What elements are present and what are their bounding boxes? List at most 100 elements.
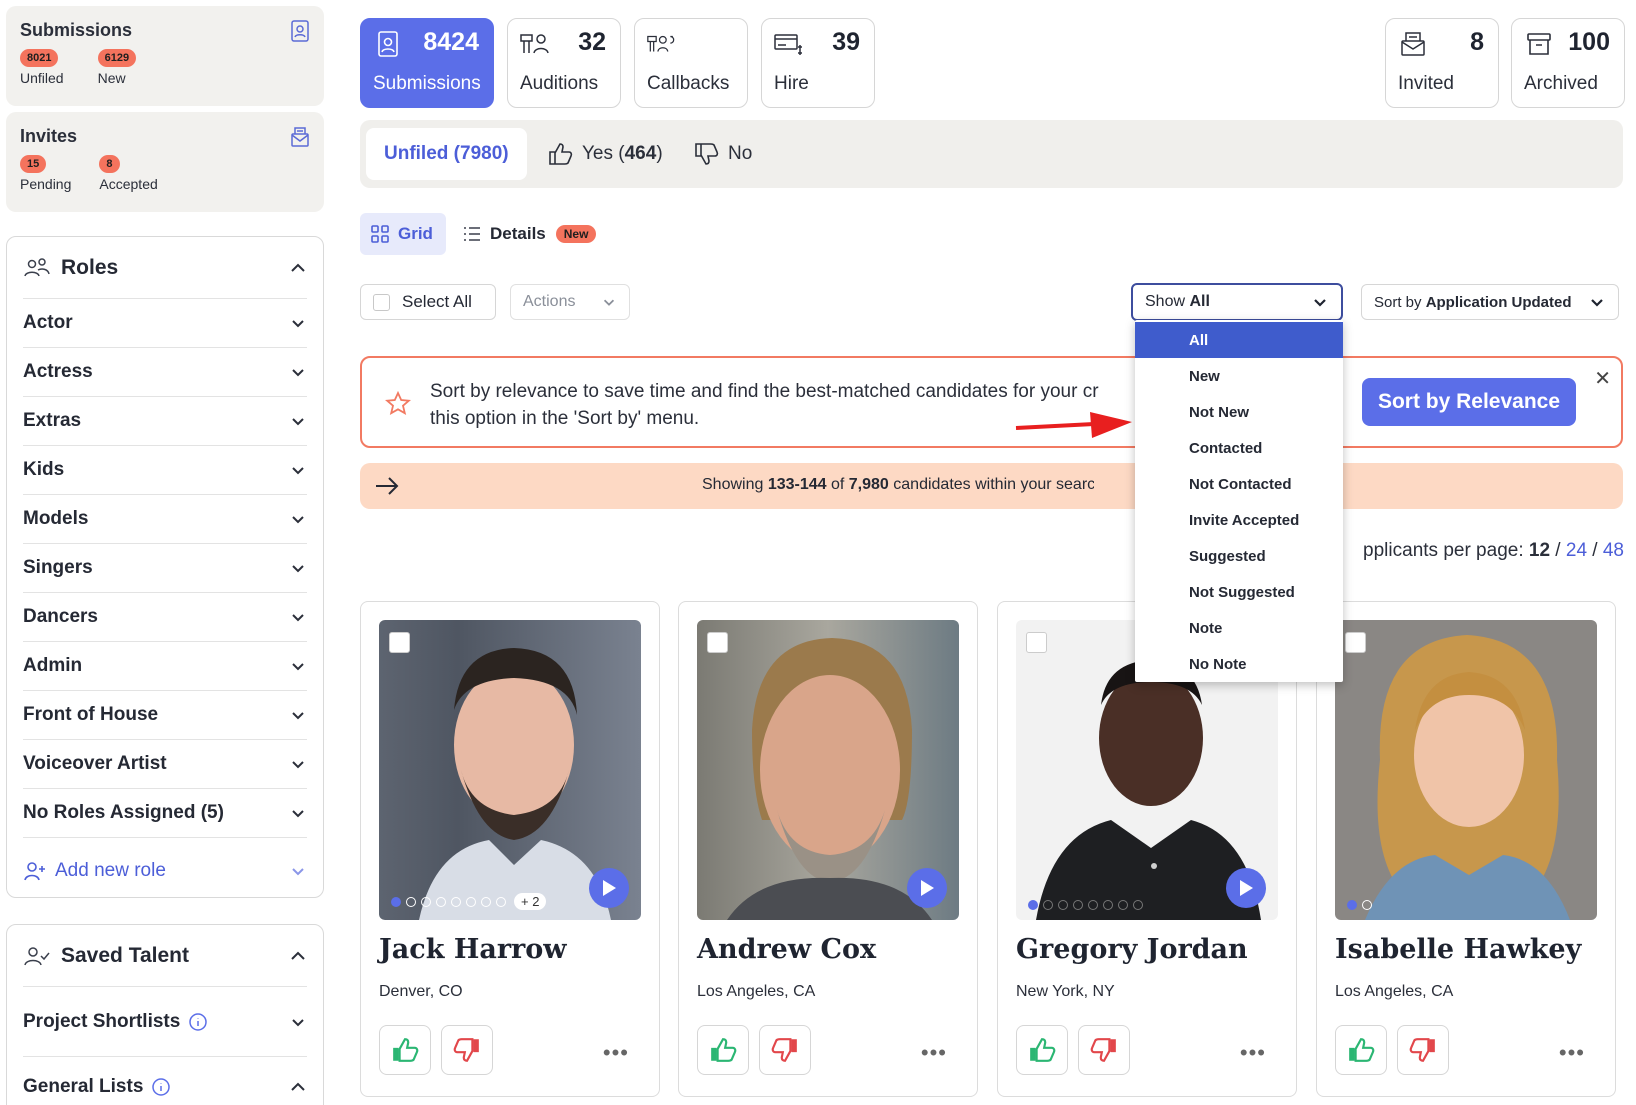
more-options-icon[interactable]: ••• <box>921 1040 947 1066</box>
tab-yes[interactable]: Yes (464) <box>548 128 663 180</box>
carousel-dot[interactable] <box>421 896 431 907</box>
more-options-icon[interactable]: ••• <box>603 1040 629 1066</box>
carousel-dot[interactable] <box>406 896 416 907</box>
show-filter-select[interactable]: Show All <box>1131 283 1343 321</box>
carousel-dot[interactable] <box>466 896 476 907</box>
dropdown-option-suggested[interactable]: Suggested <box>1135 538 1343 574</box>
dropdown-option-all[interactable]: All <box>1135 322 1343 358</box>
tab-unfiled[interactable]: Unfiled (7980) <box>366 128 527 180</box>
role-item-front-of-house[interactable]: Front of House <box>23 691 307 740</box>
photo-carousel-dots[interactable] <box>1347 900 1372 910</box>
thumbs-up-button[interactable] <box>1016 1025 1068 1075</box>
stat-archived[interactable]: 100 Archived <box>1511 18 1625 108</box>
per-page-48[interactable]: 48 <box>1603 540 1624 561</box>
thumbs-down-button[interactable] <box>1078 1025 1130 1075</box>
carousel-dot[interactable] <box>451 896 461 907</box>
role-item-actress[interactable]: Actress <box>23 348 307 397</box>
roles-header[interactable]: Roles <box>23 237 307 299</box>
play-video-button[interactable] <box>907 868 947 908</box>
carousel-dot[interactable] <box>1088 900 1098 910</box>
dropdown-option-not-new[interactable]: Not New <box>1135 394 1343 430</box>
more-options-icon[interactable]: ••• <box>1240 1040 1266 1066</box>
carousel-dot[interactable] <box>1073 900 1083 910</box>
stat-submissions[interactable]: 8424 Submissions <box>360 18 494 108</box>
thumbs-up-button[interactable] <box>379 1025 431 1075</box>
project-shortlists-item[interactable]: Project Shortlists <box>23 987 307 1057</box>
dropdown-option-invite-accepted[interactable]: Invite Accepted <box>1135 502 1343 538</box>
role-item-singers[interactable]: Singers <box>23 544 307 593</box>
role-item-dancers[interactable]: Dancers <box>23 593 307 642</box>
thumbs-down-button[interactable] <box>1397 1025 1449 1075</box>
view-grid-button[interactable]: Grid <box>360 213 446 255</box>
carousel-dot[interactable] <box>1347 900 1357 910</box>
close-icon[interactable]: ✕ <box>1594 366 1611 391</box>
candidate-name[interactable]: Andrew Cox <box>697 934 876 965</box>
candidate-select-checkbox[interactable] <box>1026 632 1047 653</box>
view-details-button[interactable]: Details New <box>462 213 597 255</box>
carousel-dot[interactable] <box>1043 900 1053 910</box>
sort-by-select[interactable]: Sort by Application Updated <box>1361 284 1619 320</box>
carousel-dot[interactable] <box>1362 900 1372 910</box>
carousel-dot[interactable] <box>1058 900 1068 910</box>
photo-carousel-dots[interactable]: + 2 <box>391 893 547 910</box>
carousel-dot[interactable] <box>1103 900 1113 910</box>
role-item-admin[interactable]: Admin <box>23 642 307 691</box>
thumbs-down-button[interactable] <box>441 1025 493 1075</box>
role-item-models[interactable]: Models <box>23 495 307 544</box>
stat-invited[interactable]: 8 Invited <box>1385 18 1499 108</box>
carousel-dot[interactable] <box>1118 900 1128 910</box>
actions-dropdown[interactable]: Actions <box>510 284 630 320</box>
saved-talent-header[interactable]: Saved Talent <box>23 925 307 987</box>
role-item-actor[interactable]: Actor <box>23 299 307 348</box>
candidate-name[interactable]: Jack Harrow <box>379 934 567 965</box>
stat-hire[interactable]: 39 Hire <box>761 18 875 108</box>
carousel-dot[interactable] <box>391 896 401 907</box>
candidate-photo[interactable]: + 2 <box>379 620 641 920</box>
candidate-select-checkbox[interactable] <box>707 632 728 653</box>
dropdown-option-note[interactable]: Note <box>1135 610 1343 646</box>
thumbs-up-button[interactable] <box>697 1025 749 1075</box>
per-page-12[interactable]: 12 <box>1529 540 1550 561</box>
candidate-name[interactable]: Gregory Jordan <box>1016 934 1248 965</box>
tab-no[interactable]: No <box>694 128 752 180</box>
candidate-card[interactable]: Andrew Cox Los Angeles, CA ••• <box>678 601 978 1097</box>
invites-summary[interactable]: Invites 15 Pending 8 Accepted <box>6 112 324 212</box>
arrow-right-icon[interactable] <box>374 474 400 498</box>
info-icon[interactable] <box>188 1012 208 1032</box>
role-item-no-roles-assigned[interactable]: No Roles Assigned (5) <box>23 789 307 838</box>
carousel-dot[interactable] <box>496 896 506 907</box>
role-item-voiceover-artist[interactable]: Voiceover Artist <box>23 740 307 789</box>
checkbox[interactable] <box>373 293 390 311</box>
candidate-select-checkbox[interactable] <box>1345 632 1366 653</box>
candidate-card[interactable]: Isabelle Hawkey Los Angeles, CA ••• <box>1316 601 1616 1097</box>
per-page-24[interactable]: 24 <box>1566 540 1587 561</box>
candidate-name[interactable]: Isabelle Hawkey <box>1335 934 1581 965</box>
more-options-icon[interactable]: ••• <box>1559 1040 1585 1066</box>
thumbs-down-button[interactable] <box>759 1025 811 1075</box>
play-video-button[interactable] <box>589 868 629 908</box>
chevron-up-icon[interactable] <box>289 947 307 965</box>
carousel-dot[interactable] <box>481 896 491 907</box>
stat-auditions[interactable]: 32 Auditions <box>507 18 621 108</box>
stat-callbacks[interactable]: Callbacks <box>634 18 748 108</box>
carousel-dot[interactable] <box>1133 900 1143 910</box>
info-icon[interactable] <box>151 1077 171 1097</box>
candidate-select-checkbox[interactable] <box>389 632 410 653</box>
dropdown-option-not-suggested[interactable]: Not Suggested <box>1135 574 1343 610</box>
candidate-photo[interactable] <box>697 620 959 920</box>
candidate-card[interactable]: + 2 Jack Harrow Denver, CO ••• <box>360 601 660 1097</box>
add-new-role-button[interactable]: Add new role <box>7 838 323 904</box>
photo-carousel-dots[interactable] <box>1028 900 1143 910</box>
select-all-checkbox[interactable]: Select All <box>360 284 496 320</box>
dropdown-option-no-note[interactable]: No Note <box>1135 646 1343 682</box>
dropdown-option-new[interactable]: New <box>1135 358 1343 394</box>
play-video-button[interactable] <box>1226 868 1266 908</box>
general-lists-item[interactable]: General Lists <box>23 1057 307 1105</box>
carousel-dot[interactable] <box>436 896 446 907</box>
dropdown-option-contacted[interactable]: Contacted <box>1135 430 1343 466</box>
sort-by-relevance-button[interactable]: Sort by Relevance <box>1362 378 1576 426</box>
thumbs-up-button[interactable] <box>1335 1025 1387 1075</box>
role-item-kids[interactable]: Kids <box>23 446 307 495</box>
chevron-up-icon[interactable] <box>289 259 307 277</box>
submissions-summary[interactable]: Submissions 8021 Unfiled 6129 New <box>6 6 324 106</box>
